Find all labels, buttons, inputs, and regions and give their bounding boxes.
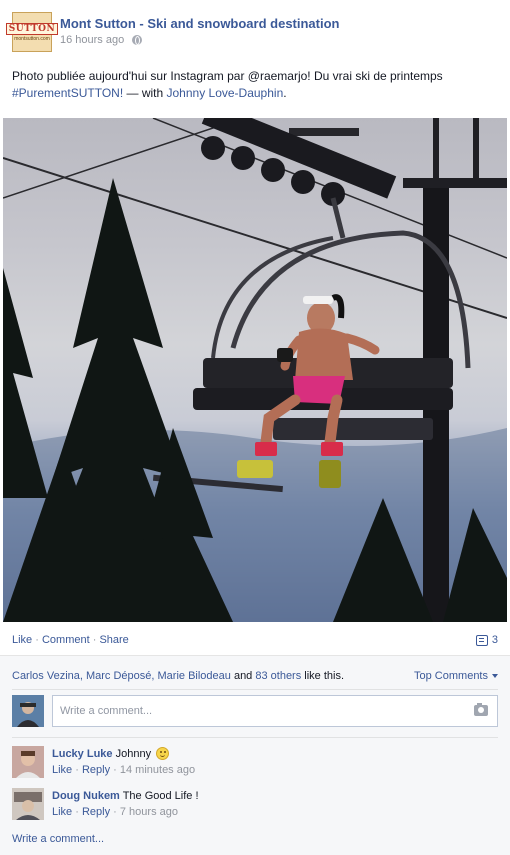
page-avatar[interactable]: SUTTON montsutton.com — [5, 12, 59, 52]
comment-body: Lucky Luke Johnny Like · Reply · 14 minu… — [52, 746, 195, 778]
post-text-intro: Photo publiée aujourd'hui sur Instagram … — [12, 69, 443, 83]
comment-actions: Like · Reply · 14 minutes ago — [52, 762, 195, 778]
chairlift-photo-illustration — [3, 118, 507, 622]
action-separator: · — [72, 764, 82, 776]
action-separator: · — [110, 806, 120, 818]
smile-icon — [156, 747, 170, 760]
post-photo[interactable] — [3, 118, 507, 622]
action-separator: · — [72, 806, 82, 818]
post-with-text: — with — [123, 86, 167, 100]
camera-icon[interactable] — [474, 703, 488, 716]
user-avatar[interactable] — [12, 695, 44, 727]
action-separator: · — [32, 634, 42, 646]
post-timestamp[interactable]: 16 hours ago — [60, 34, 124, 46]
comment-bubble-icon — [475, 634, 488, 646]
comment-item: Doug Nukem The Good Life ! Like · Reply … — [12, 788, 498, 820]
likes-like-this: like this. — [301, 670, 345, 682]
comment-count-number: 3 — [491, 634, 498, 646]
share-link[interactable]: Share — [99, 634, 128, 646]
comment-text: Johnny — [115, 748, 152, 760]
comment-input[interactable] — [52, 695, 498, 727]
post-text: Photo publiée aujourd'hui sur Instagram … — [12, 68, 498, 102]
likes-summary: Carlos Vezina, Marc Déposé, Marie Bilode… — [12, 670, 498, 682]
comment-link[interactable]: Comment — [42, 634, 90, 646]
comment-composer — [12, 695, 498, 727]
post-meta: 16 hours ago — [60, 34, 340, 46]
facebook-post: SUTTON montsutton.com Mont Sutton - Ski … — [0, 0, 510, 855]
comment-author[interactable]: Lucky Luke — [52, 748, 113, 760]
hashtag-link[interactable]: #PurementSUTTON! — [12, 86, 123, 100]
comment-time[interactable]: 7 hours ago — [120, 806, 178, 818]
avatar-logo-text: SUTTON — [5, 22, 59, 35]
commenter-avatar[interactable] — [12, 746, 44, 778]
comment-author[interactable]: Doug Nukem — [52, 790, 120, 802]
comment-body: Doug Nukem The Good Life ! Like · Reply … — [52, 788, 199, 820]
likes-and: and — [230, 670, 256, 682]
page-name-link[interactable]: Mont Sutton - Ski and snowboard destinat… — [60, 16, 340, 31]
comment-actions: Like · Reply · 7 hours ago — [52, 804, 199, 820]
caret-down-icon — [492, 674, 498, 679]
comment-item: Lucky Luke Johnny Like · Reply · 14 minu… — [12, 746, 498, 778]
post-header: SUTTON montsutton.com Mont Sutton - Ski … — [5, 12, 340, 52]
comment-time[interactable]: 14 minutes ago — [120, 764, 195, 776]
globe-icon[interactable] — [132, 35, 143, 45]
write-comment-link[interactable]: Write a comment... — [12, 833, 104, 845]
post-text-end: . — [283, 86, 287, 100]
header-text: Mont Sutton - Ski and snowboard destinat… — [60, 12, 340, 52]
like-link[interactable]: Like — [12, 634, 32, 646]
divider — [12, 689, 498, 690]
comment-like-link[interactable]: Like — [52, 806, 72, 818]
feedback-section: Carlos Vezina, Marc Déposé, Marie Bilode… — [0, 655, 510, 855]
top-comments-dropdown[interactable]: Top Comments — [414, 670, 498, 682]
action-separator: · — [89, 634, 100, 646]
comment-count[interactable]: 3 — [475, 634, 498, 646]
divider — [12, 737, 498, 738]
top-comments-label: Top Comments — [414, 670, 488, 682]
commenter-avatar[interactable] — [12, 788, 44, 820]
comment-reply-link[interactable]: Reply — [82, 806, 110, 818]
likes-others-link[interactable]: 83 others — [255, 670, 301, 682]
post-actions: Like · Comment · Share 3 — [12, 634, 498, 648]
action-separator: · — [110, 764, 120, 776]
avatar-logo-subtext: montsutton.com — [14, 35, 50, 42]
comment-like-link[interactable]: Like — [52, 764, 72, 776]
comment-text: The Good Life ! — [122, 790, 199, 802]
tagged-person-link[interactable]: Johnny Love-Dauphin — [167, 86, 284, 100]
likers-names-link[interactable]: Carlos Vezina, Marc Déposé, Marie Bilode… — [12, 670, 231, 682]
comment-reply-link[interactable]: Reply — [82, 764, 110, 776]
